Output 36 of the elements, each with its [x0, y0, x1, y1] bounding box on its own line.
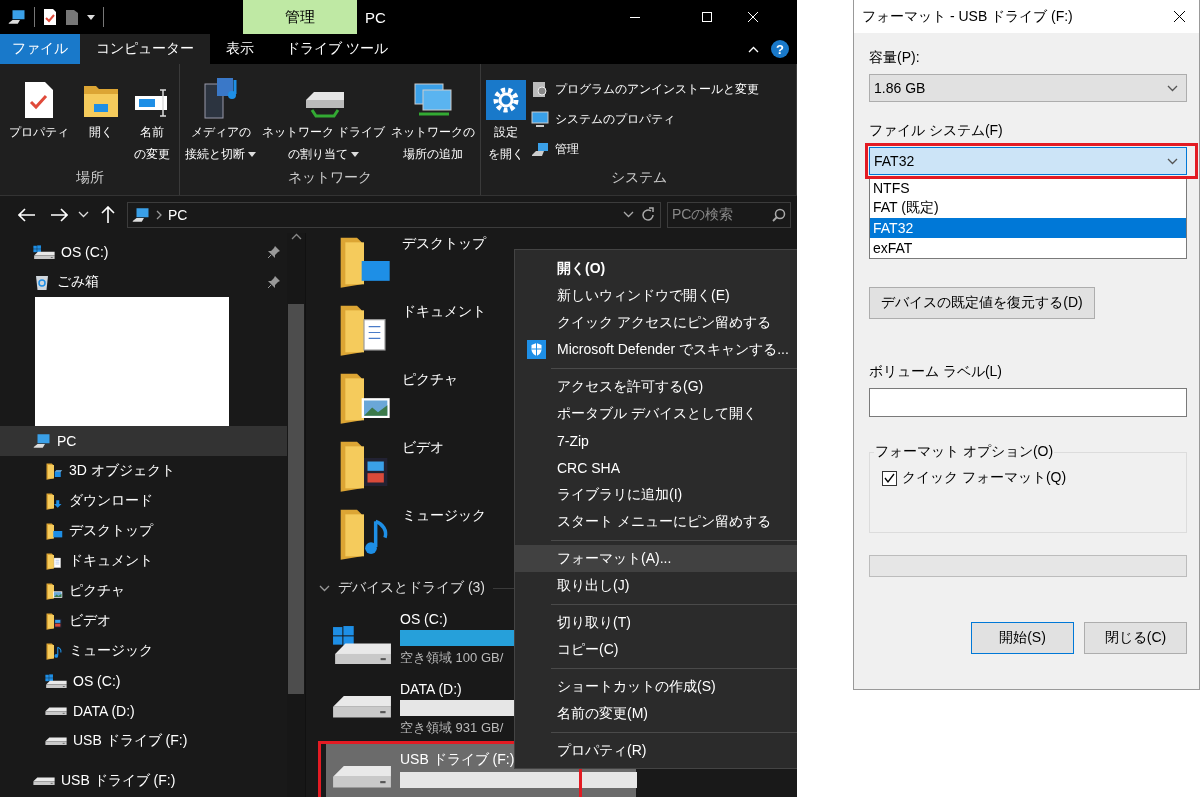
- nav-item-label: OS (C:): [61, 244, 109, 260]
- button-label: 接続と切断: [185, 146, 245, 163]
- ribbon-group-label: ネットワーク: [287, 169, 374, 187]
- button-label: ネットワークの: [391, 124, 476, 141]
- button-label: の変更: [133, 146, 170, 163]
- context-tab-header: 管理: [243, 0, 357, 34]
- field-label: ファイル システム(F): [869, 122, 1004, 140]
- button-label: 設定: [494, 124, 519, 141]
- button-label: ネットワーク ドライブ: [262, 124, 386, 141]
- button-label: の割り当て: [288, 146, 349, 163]
- ribbon-group-label: 場所: [74, 169, 105, 187]
- nav-item-label: OS (C:): [73, 673, 121, 689]
- nav-item-label: 3D オブジェクト: [69, 462, 175, 480]
- ribbon-group-label: システム: [609, 169, 668, 187]
- field-label: 容量(P):: [869, 49, 921, 67]
- nav-item-label: USB ドライブ (F:): [61, 772, 176, 790]
- button-label: メディアの: [190, 124, 251, 141]
- nav-item-label: ミュージック: [69, 642, 153, 660]
- nav-item-label: ビデオ: [69, 612, 111, 630]
- nav-item-label: ごみ箱: [57, 273, 99, 291]
- field-label: ボリューム ラベル(L): [869, 363, 1003, 381]
- button-label: プロパティ: [8, 124, 69, 141]
- window-title: PC: [365, 8, 386, 26]
- button-label: 開く: [88, 124, 113, 141]
- nav-item-label: PC: [57, 433, 77, 449]
- nav-item-label: ピクチャ: [69, 582, 125, 600]
- group-label: フォーマット オプション(O): [874, 443, 1055, 461]
- nav-item-label: ダウンロード: [69, 492, 153, 510]
- button-label: 名前: [139, 124, 164, 141]
- button-label: を開く: [488, 146, 525, 163]
- nav-item-label: DATA (D:): [73, 703, 135, 719]
- dialog-title: フォーマット - USB ドライブ (F:): [862, 7, 1073, 26]
- nav-item-label: USB ドライブ (F:): [73, 732, 188, 750]
- button-label: 場所の追加: [403, 146, 464, 163]
- nav-item-label: ドキュメント: [69, 552, 153, 570]
- nav-item-label: デスクトップ: [69, 522, 153, 540]
